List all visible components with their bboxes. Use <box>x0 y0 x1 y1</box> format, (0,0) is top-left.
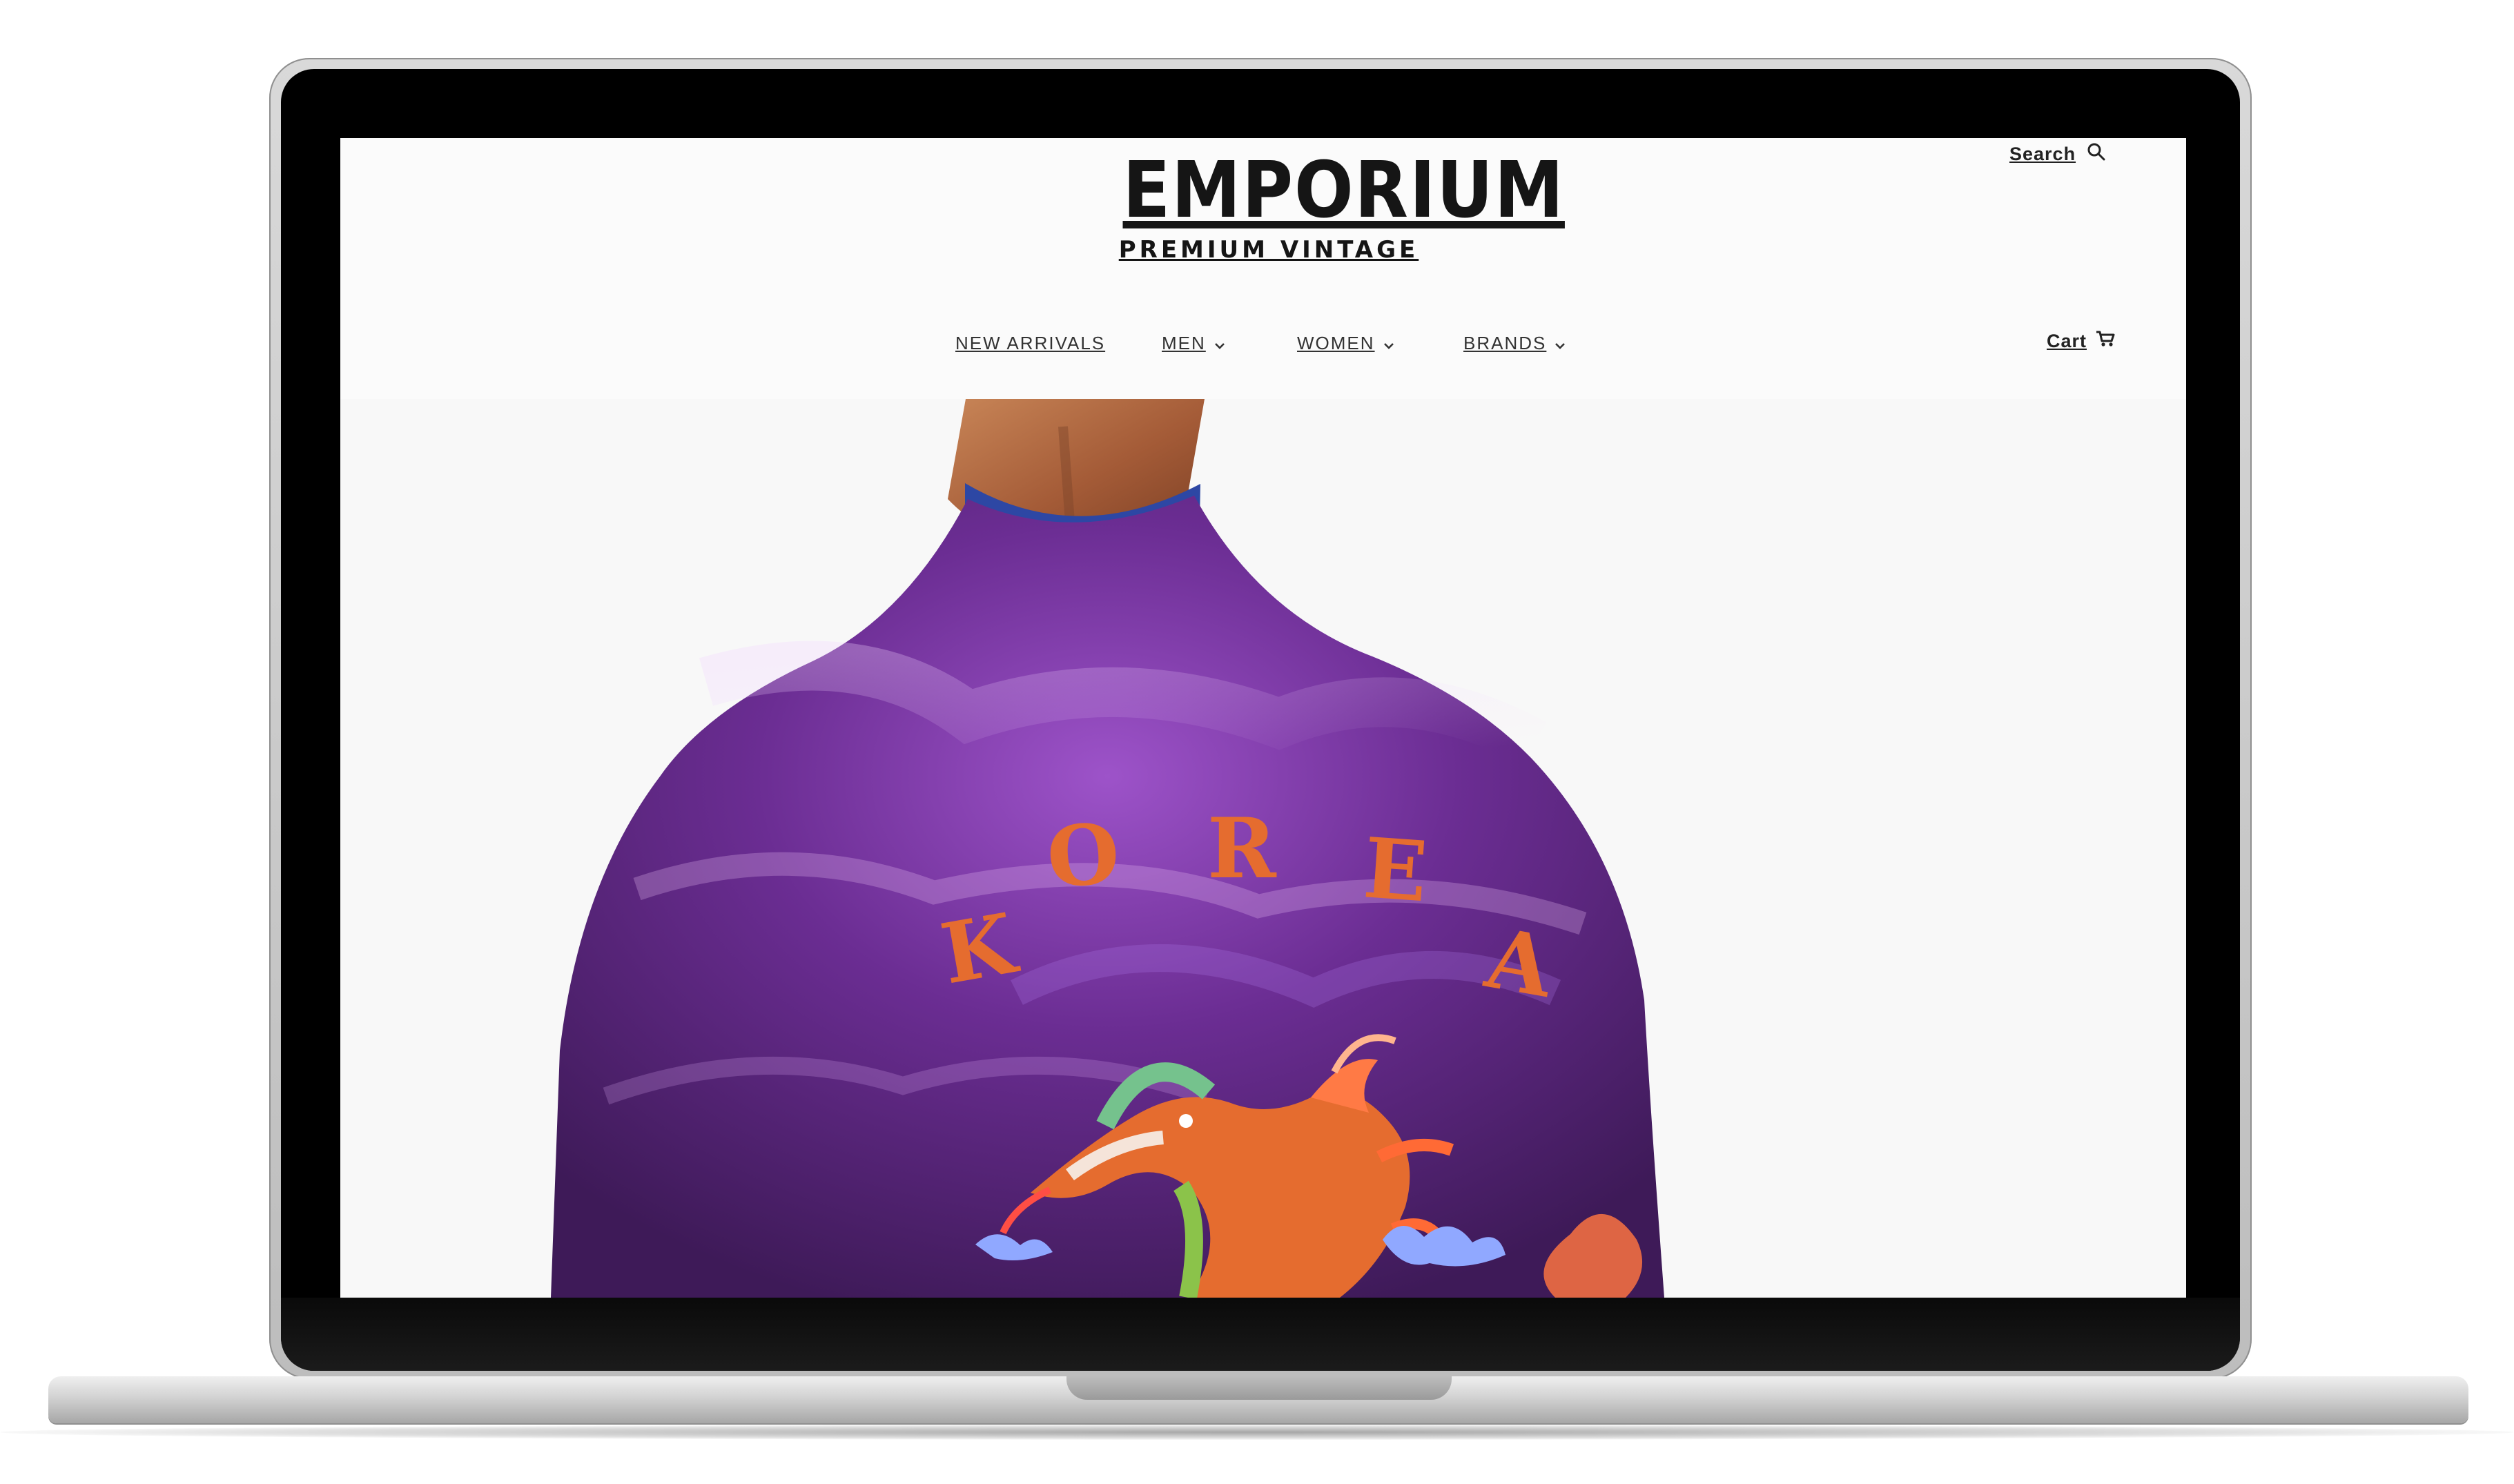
svg-text:O: O <box>1044 805 1122 907</box>
search-label: Search <box>2009 144 2076 164</box>
cart-link[interactable]: Cart <box>2047 330 2116 353</box>
store-logo[interactable]: EMPORIUM PREMIUM VINTAGE <box>1107 146 1565 264</box>
cart-label: Cart <box>2047 331 2087 351</box>
laptop-shadow <box>0 1425 2514 1440</box>
nav-item-brands[interactable]: BRANDS <box>1463 333 1566 354</box>
svg-text:E: E <box>1361 819 1430 921</box>
bezel-bottom <box>281 1298 2240 1371</box>
nav-item-label: WOMEN <box>1297 333 1375 353</box>
nav-item-new-arrivals[interactable]: NEW ARRIVALS <box>955 333 1105 354</box>
chevron-down-icon <box>1214 333 1225 354</box>
svg-text:R: R <box>1207 800 1277 897</box>
nav-item-women[interactable]: WOMEN <box>1297 333 1394 354</box>
hero-image: K O R E A <box>340 399 2186 1298</box>
site-header: EMPORIUM PREMIUM VINTAGE Search NEW ARRI… <box>340 138 2186 399</box>
jacket-illustration: K O R E A <box>340 399 2186 1298</box>
laptop-mockup: EMPORIUM PREMIUM VINTAGE Search NEW ARRI… <box>0 0 2514 1484</box>
chevron-down-icon <box>1383 333 1394 354</box>
brand-tagline: PREMIUM VINTAGE <box>1118 236 1419 264</box>
nav-item-label: MEN <box>1162 333 1206 353</box>
nav-item-label: NEW ARRIVALS <box>955 333 1106 353</box>
search-icon <box>2087 142 2106 166</box>
trackpad-notch <box>1066 1376 1452 1400</box>
nav-item-label: BRANDS <box>1463 333 1547 353</box>
cart-icon <box>2095 330 2116 353</box>
main-navigation: NEW ARRIVALS MEN WOMEN BRANDS <box>340 333 2186 360</box>
search-link[interactable]: Search <box>2009 142 2106 166</box>
chevron-down-icon <box>1555 333 1566 354</box>
nav-item-men[interactable]: MEN <box>1162 333 1225 354</box>
browser-screen: EMPORIUM PREMIUM VINTAGE Search NEW ARRI… <box>340 138 2186 1298</box>
brand-name: EMPORIUM <box>1122 146 1565 235</box>
